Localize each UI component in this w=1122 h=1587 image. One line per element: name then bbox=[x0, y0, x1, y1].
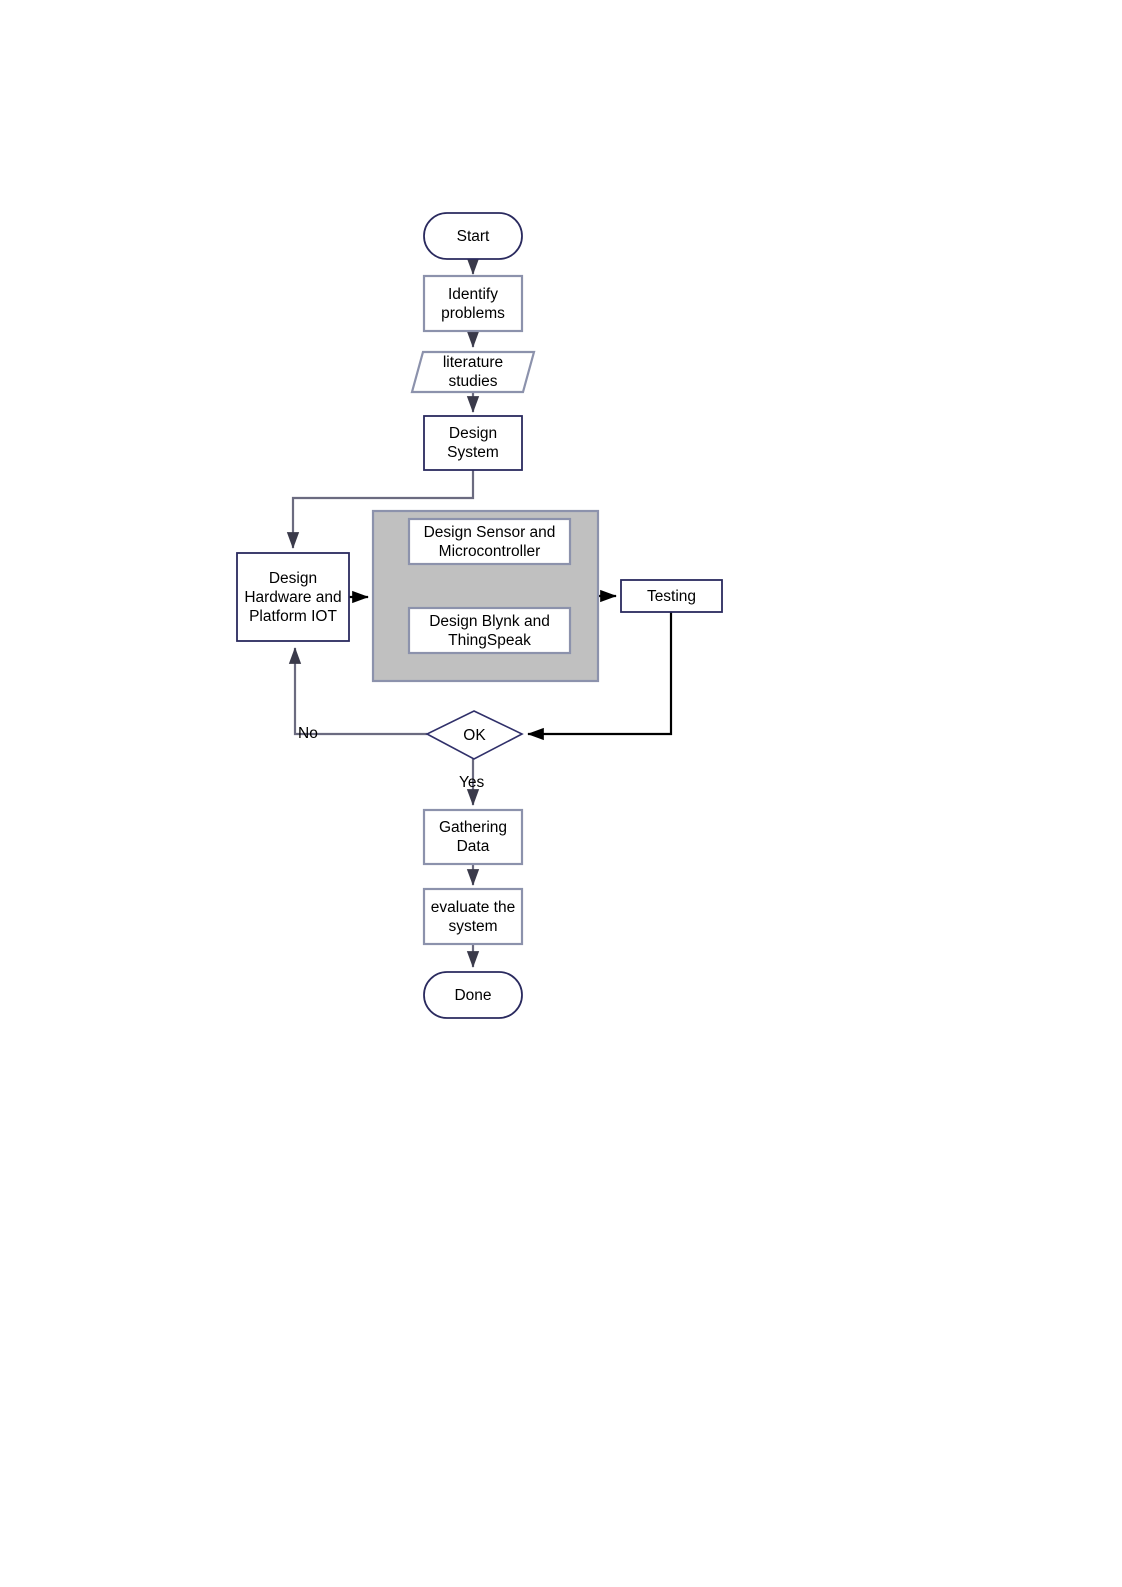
node-ok-decision[interactable] bbox=[425, 710, 524, 760]
node-evaluate-system[interactable] bbox=[422, 887, 524, 946]
node-identify-problems[interactable] bbox=[422, 274, 524, 333]
node-testing[interactable] bbox=[620, 579, 723, 613]
node-literature-studies[interactable] bbox=[410, 350, 536, 394]
node-design-blynk-thingspeak[interactable] bbox=[407, 606, 572, 655]
node-done[interactable] bbox=[423, 971, 523, 1019]
node-design-sensor-microcontroller[interactable] bbox=[407, 517, 572, 566]
flowchart-canvas bbox=[236, 212, 723, 1019]
node-gathering-data[interactable] bbox=[422, 808, 524, 866]
node-design-system[interactable] bbox=[423, 415, 523, 471]
edge-label-yes: Yes bbox=[459, 774, 485, 791]
edge-label-no: No bbox=[298, 725, 318, 742]
node-start[interactable] bbox=[423, 212, 523, 260]
node-design-hardware-platform-iot[interactable] bbox=[236, 552, 350, 642]
